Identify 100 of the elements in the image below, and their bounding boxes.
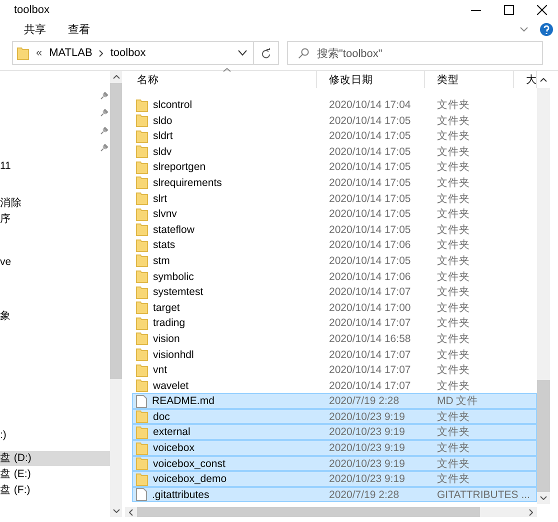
folder-icon — [136, 426, 148, 439]
file-name: slvnv — [153, 208, 177, 220]
folder-icon — [136, 130, 148, 143]
file-row[interactable]: stm 2020/10/14 17:05 文件夹 — [132, 252, 537, 269]
scroll-left-icon[interactable] — [129, 508, 133, 516]
scrollbar-thumb[interactable] — [137, 507, 480, 517]
file-type: 文件夹 — [436, 316, 471, 330]
scroll-up-icon[interactable] — [540, 78, 547, 82]
file-row[interactable]: symbolic 2020/10/14 17:06 文件夹 — [132, 268, 537, 284]
file-row[interactable]: target 2020/10/14 17:00 文件夹 — [132, 300, 537, 316]
pin-icon[interactable] — [100, 109, 108, 117]
file-name: voicebox_const — [153, 458, 226, 470]
scroll-down-icon[interactable] — [540, 496, 547, 500]
file-name: stateflow — [153, 224, 194, 236]
file-name: sldv — [153, 146, 172, 158]
file-row[interactable]: wavelet 2020/10/14 17:07 文件夹 — [132, 378, 537, 394]
file-type: 文件夹 — [436, 176, 471, 190]
file-name: voicebox — [153, 442, 194, 454]
file-name: voicebox_demo — [153, 473, 227, 486]
chevron-right-icon — [99, 50, 104, 56]
file-row[interactable]: slcontrol 2020/10/14 17:04 文件夹 — [132, 97, 537, 113]
file-row[interactable]: visionhdl 2020/10/14 17:07 文件夹 — [132, 346, 537, 362]
folder-icon — [136, 98, 148, 112]
nav-item[interactable]: 盘 (E:) — [0, 467, 31, 481]
file-name: symbolic — [153, 270, 194, 283]
file-row[interactable]: trading 2020/10/14 17:07 文件夹 — [132, 315, 537, 331]
close-icon — [536, 5, 546, 15]
nav-item[interactable]: ve — [0, 256, 12, 268]
file-row[interactable]: README.md 2020/7/19 2:28 MD 文件 — [132, 393, 537, 409]
modified-date: 2020/10/14 17:04 — [328, 99, 412, 111]
modified-date: 2020/10/14 17:07 — [328, 286, 412, 298]
modified-date: 2020/10/14 17:07 — [328, 380, 412, 392]
file-name: trading — [153, 317, 186, 330]
nav-item[interactable]: :) — [0, 429, 6, 441]
ribbon-tab[interactable]: 查看 — [68, 22, 90, 36]
overflow-chevron[interactable]: « — [36, 47, 42, 59]
refresh-button[interactable] — [254, 41, 279, 65]
file-type: 文件夹 — [436, 192, 471, 206]
file-row[interactable]: external 2020/10/23 9:19 文件夹 — [132, 424, 537, 440]
file-row[interactable]: vision 2020/10/14 16:58 文件夹 — [132, 330, 537, 346]
horizontal-scrollbar[interactable] — [125, 507, 537, 517]
ribbon-tab[interactable]: 共享 — [24, 22, 46, 36]
scrollbar[interactable] — [537, 71, 550, 504]
folder-icon — [136, 160, 148, 174]
nav-item[interactable]: 象 — [0, 309, 11, 323]
column-header[interactable]: 类型 — [425, 71, 514, 88]
scroll-up-icon[interactable] — [112, 75, 120, 79]
file-row[interactable]: vnt 2020/10/14 17:07 文件夹 — [132, 362, 537, 378]
scrollbar-thumb[interactable] — [537, 380, 550, 492]
scroll-right-icon[interactable] — [529, 508, 533, 516]
folder-icon — [136, 192, 148, 206]
file-type: 文件夹 — [436, 472, 471, 486]
nav-item[interactable]: 盘 (F:) — [0, 483, 30, 497]
file-row[interactable]: voicebox 2020/10/23 9:19 文件夹 — [132, 440, 537, 456]
file-row[interactable]: doc 2020/10/23 9:19 文件夹 — [132, 408, 537, 424]
nav-item[interactable]: 11 — [0, 160, 11, 172]
scrollbar[interactable] — [110, 71, 122, 517]
breadcrumb[interactable]: MATLAB — [49, 47, 92, 59]
file-row[interactable]: stateflow 2020/10/14 17:05 文件夹 — [132, 222, 537, 238]
sort-caret-icon — [223, 68, 231, 72]
folder-icon — [136, 114, 148, 128]
column-header[interactable]: 名称 — [125, 71, 317, 88]
folder-icon — [136, 348, 148, 361]
file-name: target — [153, 302, 180, 314]
file-row[interactable]: slrequirements 2020/10/14 17:05 文件夹 — [132, 174, 537, 191]
file-row[interactable]: slreportgen 2020/10/14 17:05 文件夹 — [132, 159, 537, 175]
file-row[interactable]: slrt 2020/10/14 17:05 文件夹 — [132, 190, 537, 206]
file-row[interactable]: stats 2020/10/14 17:06 文件夹 — [132, 237, 537, 253]
file-row[interactable]: systemtest 2020/10/14 17:07 文件夹 — [132, 284, 537, 300]
chevron-down-icon[interactable] — [238, 50, 247, 56]
refresh-icon — [261, 48, 271, 58]
file-type: 文件夹 — [436, 129, 471, 144]
file-type: 文件夹 — [436, 378, 471, 393]
breadcrumb[interactable]: toolbox — [110, 47, 146, 59]
file-name: stats — [153, 239, 176, 252]
file-row[interactable]: sldv 2020/10/14 17:05 文件夹 — [132, 144, 537, 160]
modified-date: 2020/10/14 17:05 — [328, 114, 412, 127]
file-row[interactable]: voicebox_const 2020/10/23 9:19 文件夹 — [132, 456, 537, 472]
pin-icon[interactable] — [100, 127, 108, 135]
pin-icon[interactable] — [100, 144, 108, 152]
file-type: 文件夹 — [436, 207, 471, 222]
file-name: doc — [153, 410, 170, 423]
modified-date: 2020/10/23 9:19 — [328, 442, 406, 454]
nav-item[interactable]: 序 — [0, 212, 11, 226]
file-type: 文件夹 — [436, 348, 471, 362]
search-field[interactable]: 搜索"toolbox" — [287, 41, 543, 65]
help-icon[interactable] — [540, 22, 553, 36]
file-icon — [136, 488, 147, 502]
file-type: 文件夹 — [436, 410, 471, 424]
column-header[interactable]: 修改日期 — [317, 71, 425, 88]
file-row[interactable]: .gitattributes 2020/7/19 2:28 GITATTRIBUTES ... — [132, 486, 537, 502]
file-row[interactable]: sldrt 2020/10/14 17:05 文件夹 — [132, 128, 537, 144]
pin-icon[interactable] — [100, 92, 108, 100]
nav-item[interactable]: 消除 — [0, 196, 22, 210]
scroll-down-icon[interactable] — [112, 509, 120, 513]
file-row[interactable]: sldo 2020/10/14 17:05 文件夹 — [132, 112, 537, 128]
scrollbar-thumb[interactable] — [110, 83, 122, 379]
address-bar[interactable]: « MATLAB toolbox — [12, 41, 254, 65]
file-row[interactable]: slvnv 2020/10/14 17:05 文件夹 — [132, 206, 537, 222]
file-row[interactable]: voicebox_demo 2020/10/23 9:19 文件夹 — [132, 471, 537, 487]
